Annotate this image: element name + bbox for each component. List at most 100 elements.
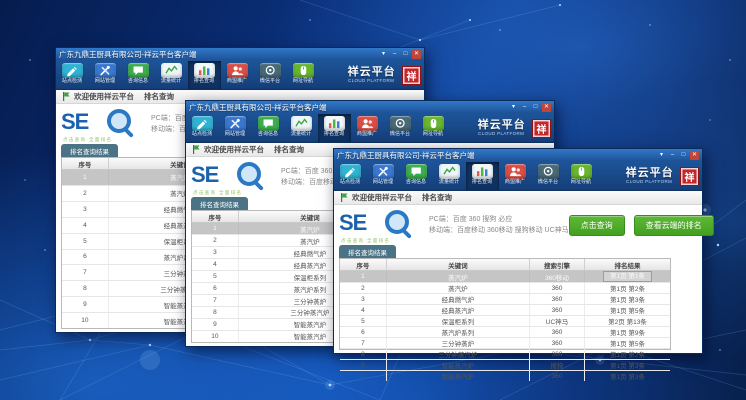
rank-cell: 第1页 第2条	[585, 349, 670, 359]
table-row[interactable]: 10智能蒸汽炉360第1页 第3条	[340, 371, 670, 381]
wechat-icon	[390, 116, 411, 131]
maximize-button[interactable]: □	[401, 50, 410, 59]
keyword-cell: 蒸汽炉系列	[387, 327, 530, 337]
rank-chip: 第1页 第1条	[603, 271, 652, 282]
toolbar-item-rank-query[interactable]: 排名查询	[188, 61, 221, 89]
row-number: 2	[340, 283, 387, 293]
window-controls: ▾ – □ ✕	[509, 103, 551, 112]
row-number: 6	[192, 283, 239, 294]
toolbar-item-traffic-chart[interactable]: 流量统计	[433, 162, 466, 190]
minimize-button[interactable]: –	[390, 50, 399, 59]
table-row[interactable]: 2蒸汽炉360第1页 第2条	[340, 283, 670, 294]
toolbar-item-message[interactable]: 咨询信息	[400, 162, 433, 190]
rank-query-icon	[472, 164, 493, 179]
tab-rank-results[interactable]: 排名查询结果	[61, 144, 118, 157]
brand-name: 祥云平台	[626, 168, 677, 179]
seo-header-row: SE 点击查询 全面排名 PC端：百度 360 搜狗 必应 移动端：百度移动 3…	[339, 205, 697, 245]
row-number: 3	[192, 247, 239, 258]
close-button[interactable]: ✕	[542, 103, 551, 112]
toolbar-item-label: 网站管理	[225, 132, 245, 137]
section-title: 排名查询	[422, 192, 452, 203]
toolbar-item-wechat[interactable]: 微信平台	[254, 61, 287, 89]
toolbar-item-message[interactable]: 咨询信息	[252, 114, 285, 142]
row-number: 2	[192, 235, 239, 246]
toolbar-item-wechat[interactable]: 微信平台	[384, 114, 417, 142]
notice-bar: 欢迎使用祥云平台 排名查询	[334, 191, 702, 205]
toolbar-item-site-manage[interactable]: 网站管理	[89, 61, 122, 89]
toolbar-item-promotion[interactable]: 商盟推广	[351, 114, 384, 142]
close-button[interactable]: ✕	[690, 151, 699, 160]
toolbar-item-label: 流量统计	[291, 132, 311, 137]
skin-button[interactable]: ▾	[379, 50, 388, 59]
skin-button[interactable]: ▾	[509, 103, 518, 112]
minimize-button[interactable]: –	[668, 151, 677, 160]
engine-support-info: PC端：百度 360 搜狗 必应 移动端：百度移动 360移动 搜狗移动 UC神…	[429, 214, 569, 236]
table-row[interactable]: 1蒸汽炉360移动第1页 第1条	[340, 271, 670, 283]
toolbar-item-rank-query[interactable]: 排名查询	[466, 162, 499, 190]
toolbar-item-site-check[interactable]: 站点检测	[334, 162, 367, 190]
table-row[interactable]: 9智能蒸汽炉搜狗第1页 第3条	[340, 360, 670, 371]
tab-rank-results[interactable]: 排名查询结果	[191, 197, 248, 210]
toolbar-item-label: 咨询信息	[258, 132, 278, 137]
message-icon	[406, 164, 427, 179]
engine-cell: 360	[530, 294, 585, 304]
toolbar-item-rank-query[interactable]: 排名查询	[318, 114, 351, 142]
engine-cell: 360	[530, 349, 585, 359]
seo-logo-slogan: 点击查询 全面排名	[63, 136, 112, 142]
table-row[interactable]: 6蒸汽炉系列360第1页 第9条	[340, 327, 670, 338]
row-number: 1	[62, 170, 109, 185]
toolbar-item-mouse[interactable]: 网址导航	[565, 162, 598, 190]
keyword-cell: 智能蒸汽炉	[387, 360, 530, 370]
row-number: 8	[62, 281, 109, 296]
seo-logo-text: SE	[61, 109, 88, 134]
query-button[interactable]: 点击查询	[569, 215, 625, 236]
site-manage-icon	[373, 164, 394, 179]
skin-button[interactable]: ▾	[657, 151, 666, 160]
app-window-front[interactable]: 广东九鼎王厨具有限公司-祥云平台客户端 ▾ – □ ✕ 站点检测网站管理咨询信息…	[333, 148, 703, 354]
toolbar-item-traffic-chart[interactable]: 流量统计	[285, 114, 318, 142]
table-row[interactable]: 5保温柜系列UC神马第2页 第13条	[340, 316, 670, 327]
window-titlebar: 广东九鼎王厨具有限公司-祥云平台客户端 ▾ – □ ✕	[56, 48, 424, 61]
column-header: 序号	[192, 211, 239, 222]
row-number: 9	[62, 297, 109, 312]
tab-rank-results[interactable]: 排名查询结果	[339, 245, 396, 258]
brand-subtitle: CLOUD PLATFORM	[626, 180, 672, 185]
toolbar-item-site-manage[interactable]: 网站管理	[367, 162, 400, 190]
toolbar-item-site-check[interactable]: 站点检测	[186, 114, 219, 142]
toolbar-item-mouse[interactable]: 网址导航	[417, 114, 450, 142]
table-row[interactable]: 8三分钟蒸汽炉360第1页 第2条	[340, 349, 670, 360]
engine-cell: 360	[530, 283, 585, 293]
wechat-icon	[260, 63, 281, 78]
toolbar-item-message[interactable]: 咨询信息	[122, 61, 155, 89]
row-number: 9	[192, 319, 239, 330]
table-row[interactable]: 3经典燃气炉360第1页 第3条	[340, 294, 670, 305]
view-cloud-rank-button[interactable]: 查看云端的排名	[634, 215, 714, 236]
table-row[interactable]: 4经典蒸汽炉360第1页 第5条	[340, 305, 670, 316]
row-number: 5	[192, 271, 239, 282]
toolbar-item-promotion[interactable]: 商盟推广	[499, 162, 532, 190]
toolbar-item-traffic-chart[interactable]: 流量统计	[155, 61, 188, 89]
minimize-button[interactable]: –	[520, 103, 529, 112]
toolbar-item-label: 微信平台	[260, 79, 280, 84]
welcome-text: 欢迎使用祥云平台	[352, 192, 412, 203]
maximize-button[interactable]: □	[531, 103, 540, 112]
toolbar-item-label: 咨询信息	[406, 180, 426, 185]
window-titlebar: 广东九鼎王厨具有限公司-祥云平台客户端 ▾ – □ ✕	[186, 101, 554, 114]
toolbar-item-label: 网址导航	[293, 79, 313, 84]
toolbar-item-wechat[interactable]: 微信平台	[532, 162, 565, 190]
table-row[interactable]: 7三分钟蒸炉360第1页 第5条	[340, 338, 670, 349]
row-number: 4	[62, 218, 109, 233]
maximize-button[interactable]: □	[679, 151, 688, 160]
brand-subtitle: CLOUD PLATFORM	[478, 132, 524, 137]
rank-cell: 第2页 第13条	[585, 316, 670, 326]
row-number: 6	[340, 327, 387, 337]
keyword-cell: 蒸汽炉	[387, 283, 530, 293]
toolbar-item-promotion[interactable]: 商盟推广	[221, 61, 254, 89]
mobile-engines-line: 移动端：百度移动 360移动 搜狗移动 UC神马	[429, 225, 569, 236]
toolbar-item-label: 站点检测	[340, 180, 360, 185]
toolbar-item-site-manage[interactable]: 网站管理	[219, 114, 252, 142]
close-button[interactable]: ✕	[412, 50, 421, 59]
toolbar-item-mouse[interactable]: 网址导航	[287, 61, 320, 89]
rank-cell: 第1页 第2条	[585, 283, 670, 293]
toolbar-item-site-check[interactable]: 站点检测	[56, 61, 89, 89]
